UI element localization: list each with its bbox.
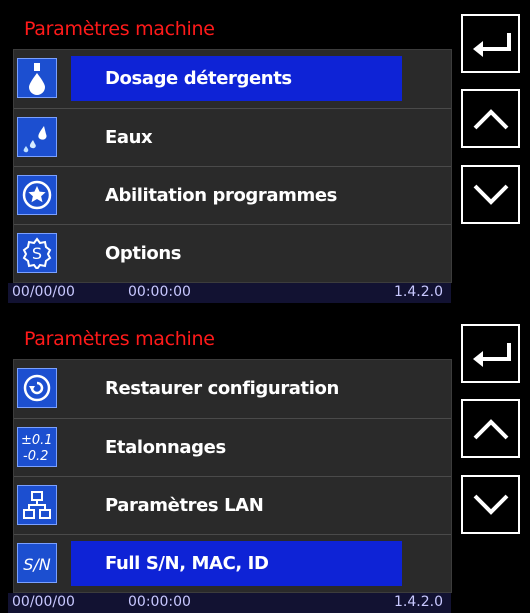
menu-item-calibrations[interactable]: ±0.1 -0.2 Etalonnages	[14, 418, 451, 476]
menu-item-label: Full S/N, MAC, ID	[105, 553, 269, 574]
scroll-up-button[interactable]	[461, 89, 520, 148]
menu-item-options[interactable]: S Options	[14, 224, 451, 282]
status-version: 1.4.2.0	[394, 284, 443, 300]
menu-item-label: Dosage détergents	[105, 68, 292, 89]
menu-item-full-sn[interactable]: S/N Full S/N, MAC, ID	[14, 534, 451, 592]
network-icon	[17, 485, 57, 525]
menu-list: Restaurer configuration ±0.1 -0.2 Etalon…	[13, 359, 452, 593]
settings-screen-top: Paramètres machine Dosage détergents Eau…	[8, 8, 452, 303]
menu-list: Dosage détergents Eaux Abilitation progr…	[13, 49, 452, 283]
options-letter: S	[32, 244, 42, 263]
status-version: 1.4.2.0	[394, 594, 443, 610]
menu-item-label: Restaurer configuration	[105, 378, 339, 399]
drop-dosing-icon	[17, 58, 57, 98]
chevron-up-icon	[473, 418, 508, 439]
chevron-down-icon	[473, 184, 508, 205]
status-bar: 00/00/00 00:00:00 1.4.2.0	[8, 593, 451, 613]
serial-icon-text: S/N	[23, 555, 51, 574]
menu-item-program-enable[interactable]: Abilitation programmes	[14, 166, 451, 224]
menu-item-restore-config[interactable]: Restaurer configuration	[14, 360, 451, 417]
status-date: 00/00/00	[12, 594, 75, 610]
water-drops-icon	[17, 117, 57, 157]
back-button[interactable]	[461, 324, 520, 383]
scroll-down-button[interactable]	[461, 165, 520, 224]
chevron-down-icon	[473, 494, 508, 515]
back-arrow-icon	[472, 32, 511, 57]
options-s-icon: S	[17, 233, 57, 273]
back-arrow-icon	[472, 342, 511, 367]
calibration-top-text: ±0.1	[21, 433, 53, 448]
status-bar: 00/00/00 00:00:00 1.4.2.0	[8, 283, 451, 303]
calibration-bottom-text: -0.2	[23, 449, 48, 464]
page-title: Paramètres machine	[24, 328, 215, 350]
scroll-up-button[interactable]	[461, 399, 520, 458]
menu-item-label: Eaux	[105, 127, 153, 148]
status-time: 00:00:00	[128, 594, 191, 610]
menu-item-label: Paramètres LAN	[105, 495, 264, 516]
menu-item-label: Options	[105, 243, 182, 264]
restore-icon	[17, 368, 57, 408]
serial-number-icon: S/N	[17, 543, 57, 583]
chevron-up-icon	[473, 108, 508, 129]
settings-screen-bottom: Paramètres machine Restaurer configurati…	[8, 318, 452, 613]
menu-item-detergent-dosing[interactable]: Dosage détergents	[14, 50, 451, 107]
star-circle-icon	[17, 175, 57, 215]
page-title: Paramètres machine	[24, 18, 215, 40]
back-button[interactable]	[461, 14, 520, 73]
menu-item-label: Abilitation programmes	[105, 185, 337, 206]
status-time: 00:00:00	[128, 284, 191, 300]
status-date: 00/00/00	[12, 284, 75, 300]
menu-item-label: Etalonnages	[105, 437, 226, 458]
calibration-icon: ±0.1 -0.2	[17, 427, 57, 467]
menu-item-waters[interactable]: Eaux	[14, 108, 451, 166]
scroll-down-button[interactable]	[461, 475, 520, 534]
menu-item-lan-settings[interactable]: Paramètres LAN	[14, 476, 451, 534]
